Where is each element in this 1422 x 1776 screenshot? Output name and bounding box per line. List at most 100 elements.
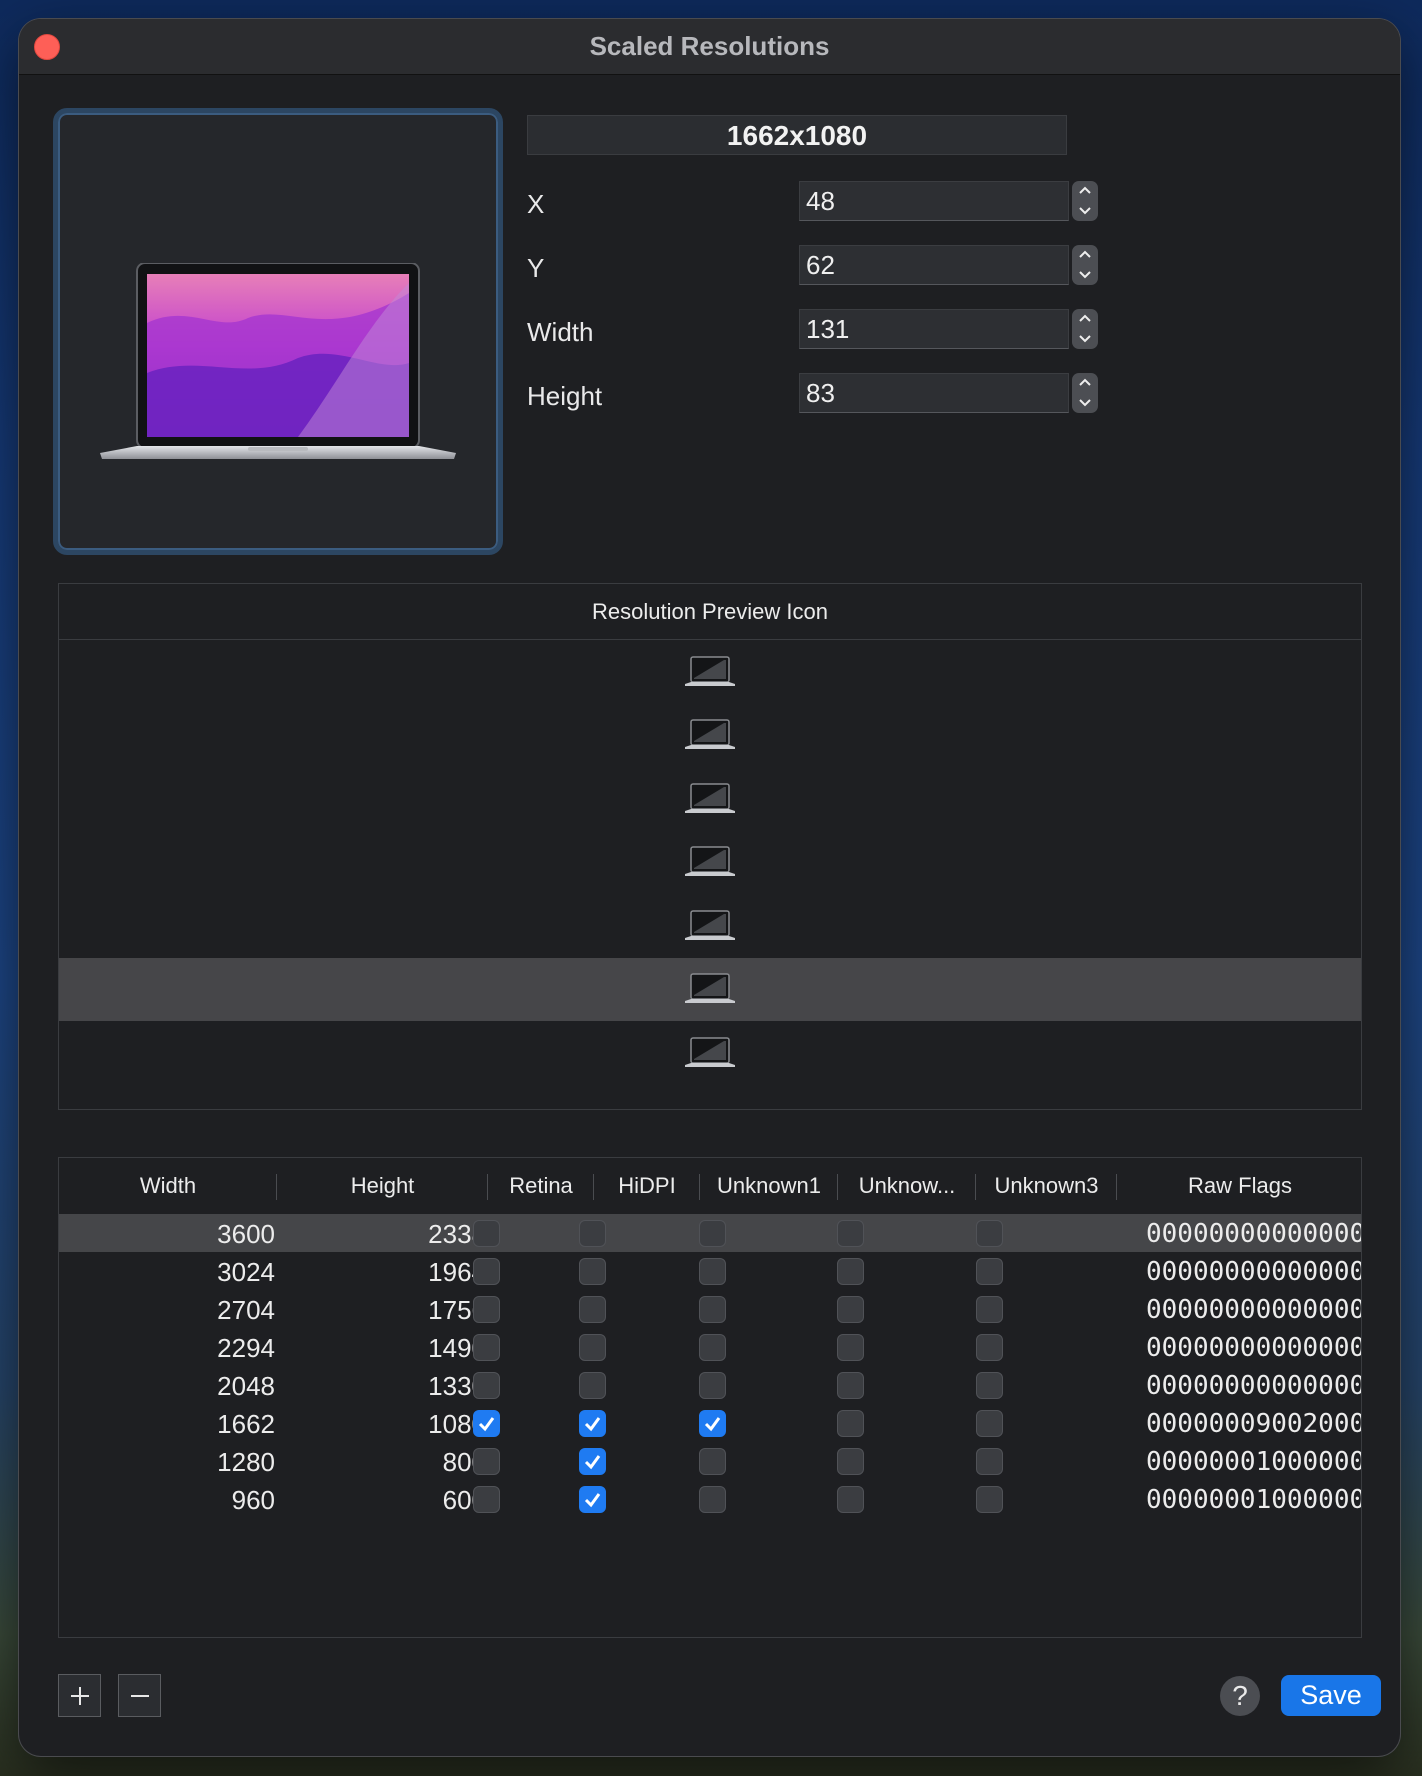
checkbox-unknown2[interactable]	[837, 1448, 864, 1475]
checkmark-icon	[478, 1417, 495, 1432]
height-stepper-down[interactable]	[1072, 393, 1098, 413]
checkbox-hidpi[interactable]	[579, 1258, 606, 1285]
table-row[interactable]: 3600 2338 0000000000000000	[59, 1214, 1361, 1252]
chevron-down-icon	[1079, 399, 1091, 407]
width-label: Width	[527, 317, 594, 347]
table-header: Width Height Retina HiDPI Unknown1 Unkno…	[59, 1158, 1361, 1215]
column-raw-flags[interactable]: Raw Flags	[1117, 1158, 1361, 1214]
checkbox-unknown3[interactable]	[976, 1486, 1003, 1513]
cell-height: 600	[442, 1485, 486, 1515]
chevron-down-icon	[1079, 271, 1091, 279]
cell-width: 3024	[217, 1257, 275, 1287]
resolutions-table[interactable]: Width Height Retina HiDPI Unknown1 Unkno…	[58, 1157, 1362, 1638]
column-unknown2[interactable]: Unknow...	[838, 1158, 976, 1214]
checkbox-unknown2[interactable]	[837, 1486, 864, 1513]
checkbox-unknown1[interactable]	[699, 1258, 726, 1285]
checkbox-retina[interactable]	[473, 1448, 500, 1475]
table-row[interactable]: 960 600 0000000100000000	[59, 1480, 1361, 1518]
x-field[interactable]: 48	[799, 181, 1069, 221]
checkbox-unknown3[interactable]	[976, 1258, 1003, 1285]
checkbox-hidpi[interactable]	[579, 1220, 606, 1247]
x-stepper-down[interactable]	[1072, 201, 1098, 221]
cell-raw-flags: 0000000100000000	[1146, 1485, 1361, 1515]
checkbox-unknown1[interactable]	[699, 1220, 726, 1247]
checkbox-unknown1[interactable]	[699, 1410, 726, 1437]
checkbox-retina[interactable]	[473, 1486, 500, 1513]
height-stepper[interactable]	[1072, 373, 1098, 413]
height-stepper-up[interactable]	[1072, 373, 1098, 393]
checkbox-retina[interactable]	[473, 1220, 500, 1247]
width-stepper[interactable]	[1072, 309, 1098, 349]
checkbox-retina[interactable]	[473, 1296, 500, 1323]
checkbox-unknown1[interactable]	[699, 1296, 726, 1323]
y-stepper-down[interactable]	[1072, 265, 1098, 285]
table-row[interactable]: 2294 1490 0000000000000000	[59, 1328, 1361, 1366]
checkbox-hidpi[interactable]	[579, 1448, 606, 1475]
checkbox-unknown2[interactable]	[837, 1372, 864, 1399]
y-field[interactable]: 62	[799, 245, 1069, 285]
table-row[interactable]: 1280 800 0000000100000000	[59, 1442, 1361, 1480]
y-stepper-up[interactable]	[1072, 245, 1098, 265]
checkbox-retina[interactable]	[473, 1372, 500, 1399]
icon-list-item[interactable]	[59, 640, 1361, 704]
column-hidpi[interactable]: HiDPI	[594, 1158, 700, 1214]
display-preview[interactable]	[53, 108, 503, 555]
table-row[interactable]: 3024 1964 0000000000000000	[59, 1252, 1361, 1290]
checkbox-retina[interactable]	[473, 1258, 500, 1285]
checkbox-unknown1[interactable]	[699, 1486, 726, 1513]
column-retina[interactable]: Retina	[488, 1158, 594, 1214]
table-row[interactable]: 2048 1330 0000000000000000	[59, 1366, 1361, 1404]
checkbox-unknown2[interactable]	[837, 1296, 864, 1323]
help-button[interactable]: ?	[1220, 1676, 1260, 1716]
column-width[interactable]: Width	[59, 1158, 277, 1214]
column-unknown3[interactable]: Unknown3	[976, 1158, 1117, 1214]
cell-height: 1964	[428, 1257, 486, 1287]
checkbox-unknown1[interactable]	[699, 1372, 726, 1399]
width-field[interactable]: 131	[799, 309, 1069, 349]
icon-list-item[interactable]	[59, 704, 1361, 768]
checkbox-unknown3[interactable]	[976, 1410, 1003, 1437]
cell-height: 1490	[428, 1333, 486, 1363]
width-stepper-up[interactable]	[1072, 309, 1098, 329]
column-height[interactable]: Height	[277, 1158, 488, 1214]
checkbox-retina[interactable]	[473, 1410, 500, 1437]
icon-list-item[interactable]	[59, 767, 1361, 831]
plus-icon	[70, 1687, 89, 1705]
x-stepper[interactable]	[1072, 181, 1098, 221]
resolution-preview-icon-list[interactable]: Resolution Preview Icon	[58, 583, 1362, 1110]
checkbox-hidpi[interactable]	[579, 1334, 606, 1361]
x-stepper-up[interactable]	[1072, 181, 1098, 201]
minus-icon	[130, 1695, 149, 1697]
checkbox-unknown3[interactable]	[976, 1448, 1003, 1475]
width-stepper-down[interactable]	[1072, 329, 1098, 349]
checkbox-unknown1[interactable]	[699, 1334, 726, 1361]
icon-list-item[interactable]	[59, 894, 1361, 958]
table-row[interactable]: 2704 1756 0000000000000000	[59, 1290, 1361, 1328]
checkbox-unknown2[interactable]	[837, 1220, 864, 1247]
height-field[interactable]: 83	[799, 373, 1069, 413]
checkbox-hidpi[interactable]	[579, 1372, 606, 1399]
icon-list-item[interactable]	[59, 957, 1361, 1021]
checkbox-unknown2[interactable]	[837, 1410, 864, 1437]
checkbox-hidpi[interactable]	[579, 1296, 606, 1323]
icon-list-item[interactable]	[59, 831, 1361, 895]
checkmark-icon	[584, 1417, 601, 1432]
remove-button[interactable]	[118, 1674, 161, 1717]
checkbox-retina[interactable]	[473, 1334, 500, 1361]
column-unknown1[interactable]: Unknown1	[700, 1158, 838, 1214]
icon-list-item[interactable]	[59, 1021, 1361, 1085]
add-button[interactable]	[58, 1674, 101, 1717]
checkbox-unknown3[interactable]	[976, 1372, 1003, 1399]
checkbox-unknown1[interactable]	[699, 1448, 726, 1475]
save-button[interactable]: Save	[1281, 1675, 1381, 1716]
y-stepper[interactable]	[1072, 245, 1098, 285]
cell-height: 1330	[428, 1371, 486, 1401]
checkbox-unknown3[interactable]	[976, 1220, 1003, 1247]
checkbox-unknown2[interactable]	[837, 1258, 864, 1285]
checkbox-hidpi[interactable]	[579, 1410, 606, 1437]
checkbox-unknown2[interactable]	[837, 1334, 864, 1361]
checkbox-hidpi[interactable]	[579, 1486, 606, 1513]
table-row[interactable]: 1662 1080 0000000900200000	[59, 1404, 1361, 1442]
checkbox-unknown3[interactable]	[976, 1334, 1003, 1361]
checkbox-unknown3[interactable]	[976, 1296, 1003, 1323]
